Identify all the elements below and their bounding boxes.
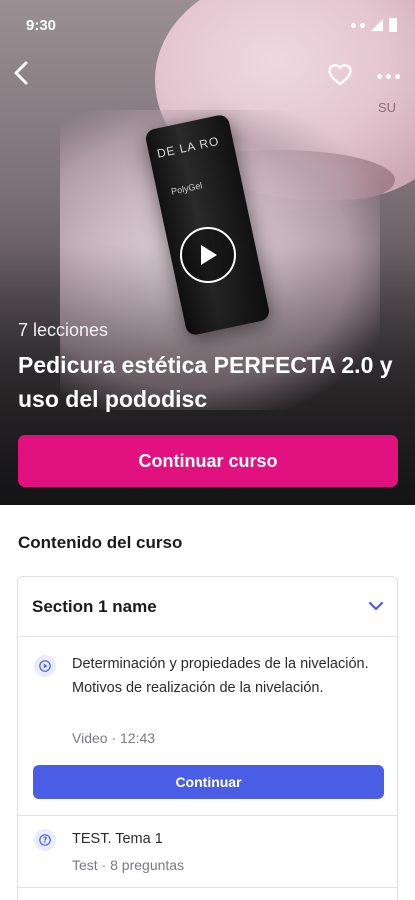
heart-icon	[328, 64, 352, 86]
section-card: Section 1 name Determinación y propiedad…	[17, 576, 398, 900]
lesson-title[interactable]: TEST. Tema 1	[72, 827, 163, 851]
course-hero: SU DE LA RO PolyGel 9:30 7 lecciones Ped…	[0, 0, 415, 505]
section-title: Section 1 name	[32, 597, 157, 616]
battery-icon	[389, 18, 397, 32]
question-icon: ?	[39, 834, 51, 846]
chevron-down-icon	[368, 601, 384, 611]
svg-text:?: ?	[43, 836, 47, 845]
status-time: 9:30	[26, 17, 57, 34]
back-button[interactable]	[6, 58, 36, 88]
back-arrow-icon	[14, 61, 28, 85]
course-content-heading: Contenido del curso	[18, 533, 183, 552]
favorite-button[interactable]	[326, 60, 354, 88]
status-icons	[351, 18, 397, 32]
lesson-meta: Test · 8 preguntas	[72, 857, 185, 873]
continue-course-button[interactable]: Continuar curso	[18, 435, 398, 487]
play-icon	[39, 660, 51, 672]
section-header[interactable]: Section 1 name	[18, 577, 397, 637]
continue-lesson-button[interactable]: Continuar	[33, 765, 384, 799]
lesson-meta: Video · 12:43	[72, 730, 156, 746]
lamp-text: SU	[378, 100, 397, 115]
test-lesson-icon: ?	[34, 829, 56, 851]
lessons-count: 7 lecciones	[18, 320, 109, 340]
product-name: PolyGel	[170, 180, 204, 197]
video-lesson-icon	[34, 655, 56, 677]
play-video-button[interactable]	[180, 227, 236, 283]
more-options-button[interactable]	[372, 66, 404, 86]
course-title: Pedicura estética PERFECTA 2.0 y uso del…	[18, 352, 393, 412]
signal-icon	[371, 19, 383, 31]
play-icon	[201, 245, 217, 265]
product-brand: DE LA RO	[155, 133, 221, 161]
status-dots-icon	[351, 22, 365, 28]
lesson-title[interactable]: Determinación y propiedades de la nivela…	[72, 652, 372, 700]
